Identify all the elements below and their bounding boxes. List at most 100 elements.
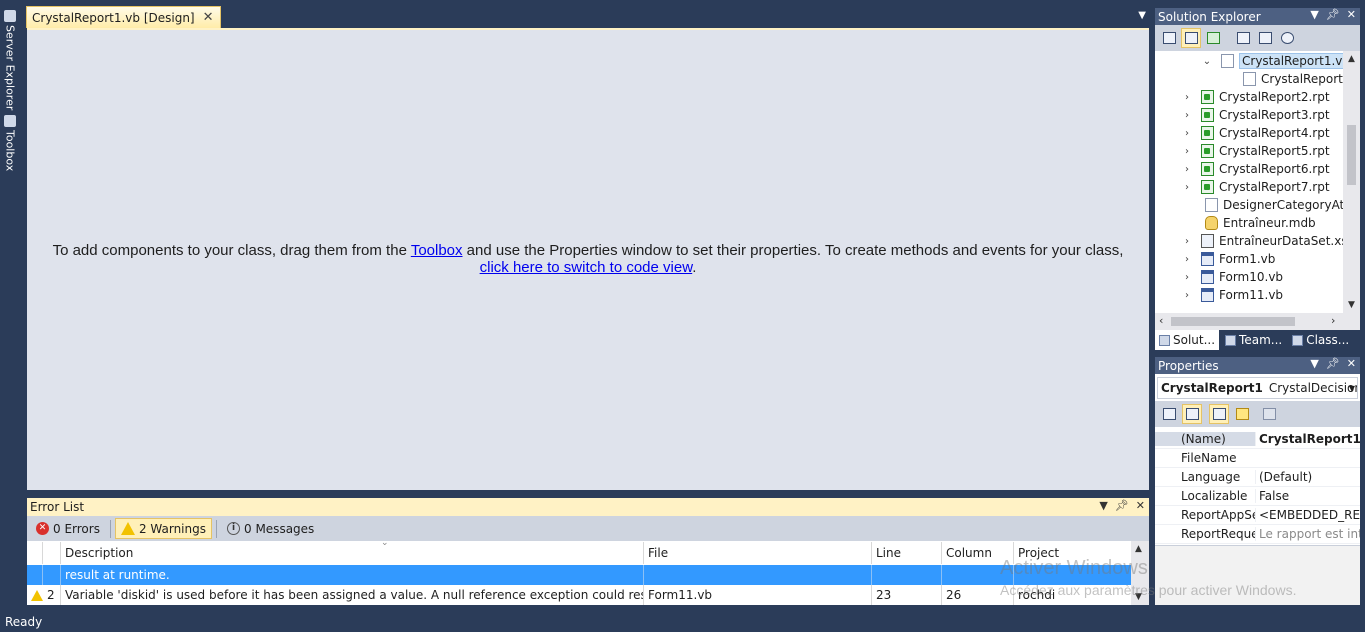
properties-icon — [1162, 32, 1176, 44]
property-row[interactable]: FileName — [1155, 449, 1360, 468]
scroll-up-icon[interactable]: ▲ — [1135, 544, 1142, 554]
tab-team-explorer[interactable]: Team... — [1221, 330, 1286, 350]
close-tab-icon[interactable]: ✕ — [203, 10, 214, 25]
tree-item-crystalreport1-child[interactable]: CrystalReport1. — [1243, 70, 1343, 88]
col-file-header[interactable]: File — [644, 542, 872, 564]
class-diagram-button[interactable] — [1277, 28, 1297, 48]
info-icon: i — [227, 522, 240, 535]
tree-item-crystalreport3[interactable]: › CrystalReport3.rpt — [1179, 106, 1330, 124]
tree-item-crystalreport4[interactable]: › CrystalReport4.rpt — [1179, 124, 1330, 142]
errors-filter-button[interactable]: ✕ 0 Errors — [30, 518, 106, 539]
col-description-header[interactable]: Description ⌄ — [61, 542, 644, 564]
dropdown-icon[interactable]: ▼ — [1099, 499, 1107, 512]
col-project-header[interactable]: Project — [1014, 542, 1131, 564]
chevron-right-icon[interactable]: › — [1179, 236, 1195, 247]
toolbar-separator — [109, 519, 111, 538]
categorized-button[interactable] — [1159, 404, 1179, 424]
close-icon[interactable]: ✕ — [1136, 499, 1145, 512]
pin-icon[interactable]: 📌︎ — [1326, 8, 1340, 21]
class-view-icon — [1292, 334, 1304, 346]
solution-tree-hscrollbar[interactable]: ‹ › — [1155, 313, 1360, 330]
properties-toolbar-button[interactable] — [1159, 28, 1179, 48]
properties-icon — [1212, 408, 1226, 420]
error-list-grid: Description ⌄ File Line Column Project re… — [27, 541, 1131, 605]
scroll-right-icon[interactable]: › — [1331, 314, 1335, 327]
chevron-right-icon[interactable]: › — [1179, 182, 1195, 193]
report-icon — [1201, 162, 1214, 176]
close-icon[interactable]: ✕ — [1347, 8, 1356, 21]
sort-alpha-icon — [1185, 408, 1199, 420]
chevron-right-icon[interactable]: › — [1179, 272, 1195, 283]
tab-crystalreport1-design[interactable]: CrystalReport1.vb [Design] ✕ — [26, 6, 221, 28]
row-description: result at runtime. — [61, 565, 644, 585]
tab-overflow-chevron-icon[interactable]: ▼ — [1138, 10, 1146, 21]
property-row[interactable]: ReportAppSer <EMBEDDED_REPO — [1155, 506, 1360, 525]
tab-solution-explorer[interactable]: Solut... — [1155, 330, 1220, 350]
col-column-header[interactable]: Column — [942, 542, 1014, 564]
chevron-right-icon[interactable]: › — [1179, 128, 1195, 139]
scroll-down-icon[interactable]: ▼ — [1135, 592, 1142, 602]
events-button[interactable] — [1232, 404, 1252, 424]
code-view-link[interactable]: click here to switch to code view — [480, 259, 693, 276]
tree-item-crystalreport7[interactable]: › CrystalReport7.rpt — [1179, 178, 1330, 196]
property-row[interactable]: Language (Default) — [1155, 468, 1360, 487]
tree-item-entraineurdataset[interactable]: › EntraîneurDataSet.xsd — [1179, 232, 1343, 250]
chevron-right-icon[interactable]: › — [1179, 146, 1195, 157]
design-surface[interactable]: To add components to your class, drag th… — [27, 28, 1149, 490]
tree-item-crystalreport1-vb[interactable]: ⌄ CrystalReport1.vb — [1199, 52, 1343, 70]
object-selector[interactable]: CrystalReport1 CrystalDecisions.C ▼ — [1157, 377, 1358, 399]
object-name: CrystalReport1 — [1161, 381, 1263, 395]
scroll-down-icon[interactable]: ▼ — [1348, 300, 1355, 310]
scroll-up-icon[interactable]: ▲ — [1348, 54, 1355, 64]
table-row[interactable]: 2 Variable 'diskid' is used before it ha… — [27, 585, 1131, 605]
tree-item-crystalreport5[interactable]: › CrystalReport5.rpt — [1179, 142, 1330, 160]
chevron-down-icon[interactable]: ⌄ — [1199, 56, 1215, 67]
toolbar-separator — [216, 519, 217, 538]
show-all-files-button[interactable] — [1181, 28, 1201, 48]
messages-filter-button[interactable]: i 0 Messages — [221, 518, 320, 539]
properties-view-button[interactable] — [1209, 404, 1229, 424]
chevron-right-icon[interactable]: › — [1179, 164, 1195, 175]
solution-tree-vscrollbar[interactable]: ▲ ▼ — [1343, 51, 1360, 313]
dropdown-icon[interactable]: ▼ — [1310, 357, 1318, 370]
col-line-header[interactable]: Line — [872, 542, 942, 564]
toolbox-tab[interactable]: Toolbox — [2, 115, 18, 171]
tree-item-entraineur-mdb[interactable]: Entraîneur.mdb — [1205, 214, 1316, 232]
property-row[interactable]: Localizable False — [1155, 487, 1360, 506]
refresh-button[interactable] — [1203, 28, 1223, 48]
tree-item-designercategoryattri[interactable]: DesignerCategoryAttri — [1205, 196, 1343, 214]
alphabetical-button[interactable] — [1182, 404, 1202, 424]
toolbox-link[interactable]: Toolbox — [411, 242, 463, 259]
tree-item-crystalreport2[interactable]: › CrystalReport2.rpt — [1179, 88, 1330, 106]
close-icon[interactable]: ✕ — [1347, 357, 1356, 370]
chevron-right-icon[interactable]: › — [1179, 290, 1195, 301]
view-designer-button[interactable] — [1255, 28, 1275, 48]
scroll-left-icon[interactable]: ‹ — [1159, 314, 1163, 327]
chevron-right-icon[interactable]: › — [1179, 92, 1195, 103]
tree-item-form11[interactable]: › Form11.vb — [1179, 286, 1283, 304]
chevron-right-icon[interactable]: › — [1179, 110, 1195, 121]
tab-class-view[interactable]: Class... — [1288, 330, 1353, 350]
tree-item-crystalreport6[interactable]: › CrystalReport6.rpt — [1179, 160, 1330, 178]
scroll-thumb[interactable] — [1171, 317, 1295, 326]
pin-icon[interactable]: 📌︎ — [1115, 499, 1129, 512]
server-explorer-tab[interactable]: Server Explorer — [2, 10, 18, 110]
warnings-filter-button[interactable]: 2 Warnings — [114, 518, 212, 539]
chevron-right-icon[interactable]: › — [1179, 254, 1195, 265]
view-code-button[interactable] — [1233, 28, 1253, 48]
error-list-scrollbar[interactable]: ▲ ▼ — [1131, 541, 1149, 605]
row-project: rochdi — [1018, 588, 1056, 602]
col-icon-header — [27, 542, 43, 564]
property-pages-button[interactable] — [1259, 404, 1279, 424]
property-row[interactable]: (Name) CrystalReport1 — [1155, 430, 1360, 449]
tree-item-form1[interactable]: › Form1.vb — [1179, 250, 1275, 268]
property-row[interactable]: ReportReques Le rapport est introu — [1155, 525, 1360, 544]
pin-icon[interactable]: 📌︎ — [1326, 357, 1340, 370]
dropdown-icon[interactable]: ▼ — [1310, 8, 1318, 21]
document-tab-bar: CrystalReport1.vb [Design] ✕ ▼ — [26, 6, 1150, 28]
tree-item-form10[interactable]: › Form10.vb — [1179, 268, 1283, 286]
message-text: and use the Properties window to set the… — [462, 242, 1124, 259]
left-tool-strip: Server Explorer Toolbox — [0, 0, 20, 612]
table-row[interactable]: result at runtime. — [27, 565, 1131, 585]
scroll-thumb[interactable] — [1347, 125, 1356, 185]
